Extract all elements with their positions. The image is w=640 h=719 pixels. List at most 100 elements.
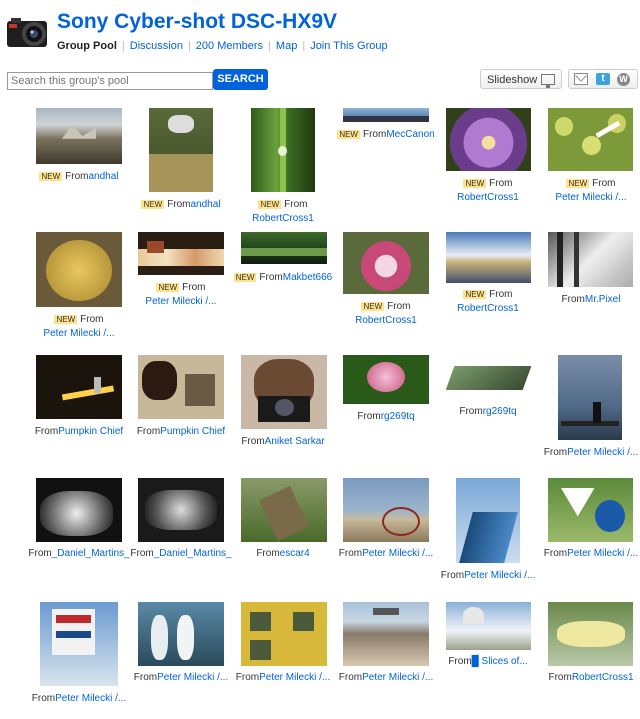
author-link[interactable]: Pumpkin Chief <box>160 426 225 437</box>
photo-thumbnail[interactable] <box>241 355 327 429</box>
author-link[interactable]: Peter Milecki /... <box>157 672 228 683</box>
author-link[interactable]: andhal <box>88 171 118 182</box>
author-link[interactable]: Aniket Sarkar <box>265 436 325 447</box>
author-link[interactable]: rg269tq <box>381 411 415 422</box>
author-link[interactable]: Peter Milecki /... <box>567 447 638 458</box>
author-link[interactable]: _Daniel_Martins_ <box>154 548 232 559</box>
photo-thumbnail[interactable] <box>548 602 633 666</box>
photo-thumbnail[interactable] <box>343 478 429 542</box>
photo-caption: Fromrg269tq <box>428 405 548 419</box>
from-label: From <box>357 411 381 422</box>
author-link[interactable]: RobertCross1 <box>428 302 548 316</box>
photo-thumbnail[interactable] <box>36 108 122 164</box>
tab-map[interactable]: Map <box>276 40 297 52</box>
from-label: From <box>133 672 158 683</box>
photo-thumbnail[interactable] <box>251 108 315 192</box>
photo-caption: FromPeter Milecki /... <box>531 547 640 561</box>
author-link[interactable]: RobertCross1 <box>572 672 634 683</box>
new-badge: NEW <box>141 200 165 209</box>
author-link[interactable]: _Daniel_Martins_ <box>52 548 130 559</box>
photo-caption: FromPeter Milecki /... <box>428 569 548 583</box>
wordpress-icon[interactable]: W <box>617 73 630 86</box>
photo-caption: FromPeter Milecki /... <box>223 671 343 685</box>
photo-thumbnail[interactable] <box>241 602 327 666</box>
photo-thumbnail[interactable] <box>40 602 118 686</box>
photo-caption: NEW From Peter Milecki /... <box>531 177 640 205</box>
photo-thumbnail[interactable] <box>138 232 224 275</box>
photo-caption: NEW From RobertCross1 <box>428 177 548 205</box>
photo-thumbnail[interactable] <box>446 355 531 399</box>
author-link[interactable]: MecCanon <box>386 129 434 140</box>
author-link[interactable]: RobertCross1 <box>223 212 343 226</box>
author-link[interactable]: Peter Milecki /... <box>19 327 139 341</box>
author-link[interactable]: RobertCross1 <box>428 191 548 205</box>
photo-thumbnail[interactable] <box>138 602 224 666</box>
photo-thumbnail[interactable] <box>446 108 531 171</box>
from-label: From <box>136 426 161 437</box>
author-link[interactable]: Peter Milecki /... <box>259 672 330 683</box>
from-label: From <box>489 289 513 300</box>
monitor-icon <box>541 74 555 88</box>
photo-thumbnail[interactable] <box>138 478 224 542</box>
photo-thumbnail[interactable] <box>446 602 531 650</box>
photo-caption: FromMr.Pixel <box>531 293 640 307</box>
tab-group-pool[interactable]: Group Pool <box>57 40 117 52</box>
photo-thumbnail[interactable] <box>149 108 213 192</box>
photo-thumbnail[interactable] <box>343 108 429 122</box>
author-link[interactable]: Peter Milecki /... <box>464 570 535 581</box>
photo-thumbnail[interactable] <box>241 478 327 542</box>
photo-thumbnail[interactable] <box>343 602 429 666</box>
author-link[interactable]: Mr.Pixel <box>585 294 621 305</box>
photo-thumbnail[interactable] <box>558 355 622 440</box>
photo-thumbnail[interactable] <box>36 232 122 307</box>
photo-thumbnail[interactable] <box>548 232 633 287</box>
tab-members[interactable]: 200 Members <box>196 40 263 52</box>
author-link[interactable]: Peter Milecki /... <box>567 548 638 559</box>
author-link[interactable]: Peter Milecki /... <box>531 191 640 205</box>
photo-caption: NEW FromMakbet666 <box>223 271 343 285</box>
author-link[interactable]: Makbet666 <box>283 272 332 283</box>
twitter-icon[interactable]: t <box>596 73 610 85</box>
photo-thumbnail[interactable] <box>456 478 520 563</box>
photo-thumbnail[interactable] <box>36 355 122 419</box>
photo-thumbnail[interactable] <box>138 355 224 419</box>
author-link[interactable]: Peter Milecki /... <box>55 693 126 704</box>
from-label: From <box>235 672 260 683</box>
search-input[interactable] <box>7 72 213 90</box>
from-label: From <box>362 129 387 140</box>
author-link[interactable]: Peter Milecki /... <box>362 672 433 683</box>
tab-discussion[interactable]: Discussion <box>130 40 183 52</box>
photo-thumbnail[interactable] <box>548 478 633 542</box>
from-label: From <box>543 548 568 559</box>
author-link[interactable]: rg269tq <box>483 406 517 417</box>
photo-thumbnail[interactable] <box>343 355 429 404</box>
photo-thumbnail[interactable] <box>446 232 531 283</box>
author-link[interactable]: escar4 <box>280 548 310 559</box>
join-group-link[interactable]: Join This Group <box>310 40 387 52</box>
page-title: Sony Cyber-shot DSC-HX9V <box>57 10 338 33</box>
mail-icon[interactable] <box>574 73 588 85</box>
author-link[interactable]: RobertCross1 <box>326 314 446 328</box>
nav-separator: | <box>268 40 271 52</box>
author-link[interactable]: █ Slices of... <box>472 656 528 667</box>
author-link[interactable]: Peter Milecki /... <box>362 548 433 559</box>
new-badge: NEW <box>463 179 487 188</box>
slideshow-button[interactable]: Slideshow <box>480 69 562 89</box>
photo-thumbnail[interactable] <box>548 108 633 171</box>
author-link[interactable]: andhal <box>190 199 220 210</box>
from-label: From <box>182 282 206 293</box>
new-badge: NEW <box>54 315 78 324</box>
photo-caption: Fromescar4 <box>223 547 343 561</box>
author-link[interactable]: Pumpkin Chief <box>58 426 123 437</box>
from-label: From <box>543 447 568 458</box>
photo-thumbnail[interactable] <box>343 232 429 294</box>
from-label: From <box>28 548 52 559</box>
photo-thumbnail[interactable] <box>36 478 122 542</box>
search-button[interactable]: SEARCH <box>213 69 268 90</box>
share-bar: t W <box>568 69 638 89</box>
group-nav: Group Pool | Discussion | 200 Members | Map | Jo… <box>57 40 388 52</box>
photo-thumbnail[interactable] <box>241 232 327 264</box>
new-badge: NEW <box>258 200 282 209</box>
group-icon[interactable] <box>7 13 49 53</box>
author-link[interactable]: Peter Milecki /... <box>121 295 241 309</box>
